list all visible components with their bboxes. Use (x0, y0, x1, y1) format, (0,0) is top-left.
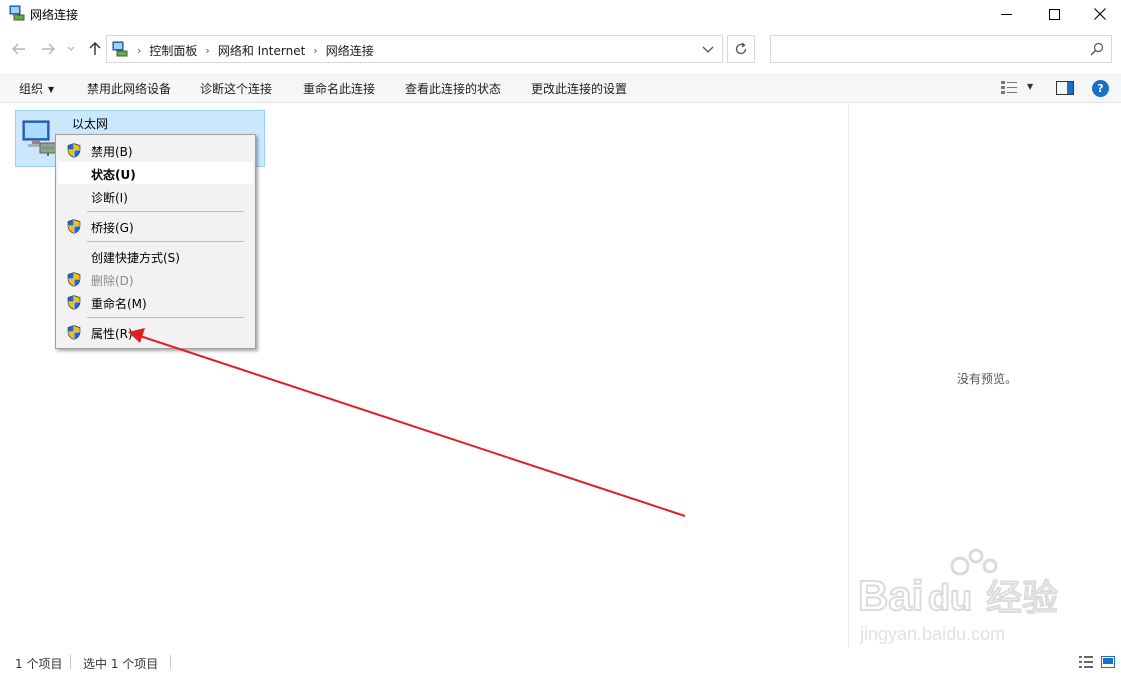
menu-item-rename[interactable]: 重命名(M) (58, 291, 253, 313)
menu-separator (87, 211, 244, 212)
menu-item-disable[interactable]: 禁用(B) (58, 139, 253, 161)
large-icons-view-icon[interactable] (1101, 656, 1115, 668)
uac-shield-icon (67, 143, 81, 158)
baidu-jingyan-watermark: Bai du 经验 jingyan.baidu.com (858, 548, 1059, 644)
menu-item-label: 状态(U) (91, 168, 136, 182)
menu-separator (87, 317, 244, 318)
menu-item-label: 桥接(G) (91, 221, 134, 235)
uac-shield-icon (67, 325, 81, 340)
menu-item-label: 禁用(B) (91, 145, 133, 159)
menu-item-label: 创建快捷方式(S) (91, 251, 180, 265)
up-button[interactable] (86, 40, 104, 58)
recent-locations-button[interactable] (65, 40, 77, 58)
organize-label: 组织 (19, 82, 44, 96)
disable-device-button[interactable]: 禁用此网络设备 (87, 80, 171, 97)
minimize-button[interactable] (983, 0, 1029, 28)
menu-item-delete: 删除(D) (58, 268, 253, 290)
help-icon[interactable]: ? (1092, 80, 1109, 97)
organize-menu-button[interactable]: 组织 ▼ (19, 80, 54, 97)
svg-text:jingyan.baidu.com: jingyan.baidu.com (859, 624, 1005, 644)
back-button[interactable] (10, 40, 28, 58)
close-button[interactable] (1077, 0, 1121, 28)
network-connections-icon (112, 41, 128, 57)
menu-item-status[interactable]: 状态(U) (58, 162, 253, 184)
context-menu: 禁用(B) 状态(U) 诊断(I) 桥接(G) 创建快捷方式(S) 删除(D) … (55, 134, 256, 349)
arrow-left-icon (12, 43, 25, 55)
change-view-icon[interactable] (1001, 81, 1017, 95)
refresh-icon (735, 42, 747, 55)
search-input[interactable] (770, 35, 1112, 63)
no-preview-text: 没有预览。 (957, 372, 1018, 386)
maximize-button[interactable] (1031, 0, 1077, 28)
forward-button[interactable] (39, 40, 57, 58)
arrow-right-icon (42, 43, 55, 55)
item-count: 1 个项目 (15, 657, 63, 671)
breadcrumb-network-connections[interactable]: 网络连接 (326, 42, 374, 59)
chevron-right-icon[interactable]: › (313, 44, 317, 57)
uac-shield-icon (67, 219, 81, 234)
rename-connection-button[interactable]: 重命名此连接 (303, 80, 375, 97)
window-title: 网络连接 (30, 8, 79, 22)
connection-name: 以太网 (72, 117, 109, 131)
address-history-chevron-icon[interactable] (701, 44, 715, 56)
menu-item-bridge[interactable]: 桥接(G) (58, 215, 253, 237)
svg-text:du: du (928, 577, 972, 618)
arrow-up-icon (89, 42, 101, 55)
menu-item-diagnose[interactable]: 诊断(I) (58, 185, 253, 207)
ethernet-adapter-icon (22, 120, 57, 156)
chevron-right-icon[interactable]: › (205, 44, 209, 57)
status-divider (170, 655, 171, 669)
maximize-icon (1048, 8, 1060, 20)
menu-item-label: 属性(R) (91, 327, 133, 341)
network-connections-icon (9, 5, 25, 21)
details-view-icon[interactable] (1079, 656, 1093, 668)
svg-text:Bai: Bai (858, 572, 923, 619)
menu-separator (87, 241, 244, 242)
status-bar: 1 个项目 选中 1 个项目 (0, 649, 1121, 673)
chevron-right-icon[interactable]: › (137, 44, 141, 57)
chevron-down-icon (67, 46, 75, 51)
breadcrumb: › 控制面板 › 网络和 Internet › 网络连接 (135, 42, 374, 59)
search-icon (1090, 42, 1104, 56)
menu-item-properties[interactable]: 属性(R) (58, 321, 253, 343)
menu-item-label: 删除(D) (91, 274, 134, 288)
menu-item-create-shortcut[interactable]: 创建快捷方式(S) (58, 245, 253, 267)
selected-count: 选中 1 个项目 (83, 657, 159, 671)
view-options-caret-icon[interactable]: ▼ (1027, 82, 1033, 91)
breadcrumb-network-internet[interactable]: 网络和 Internet (218, 42, 305, 59)
breadcrumb-control-panel[interactable]: 控制面板 (149, 42, 197, 59)
caret-down-icon: ▼ (48, 85, 55, 94)
view-status-button[interactable]: 查看此连接的状态 (405, 80, 501, 97)
change-settings-button[interactable]: 更改此连接的设置 (531, 80, 627, 97)
title-bar: 网络连接 (0, 0, 1121, 28)
address-bar[interactable]: › 控制面板 › 网络和 Internet › 网络连接 (106, 35, 723, 63)
preview-pane-icon[interactable] (1056, 81, 1074, 95)
menu-item-label: 重命名(M) (91, 297, 147, 311)
menu-item-label: 诊断(I) (91, 191, 128, 205)
uac-shield-icon (67, 295, 81, 310)
refresh-button[interactable] (727, 35, 755, 63)
close-icon (1094, 8, 1106, 20)
status-divider (70, 655, 71, 669)
uac-shield-icon (67, 272, 81, 287)
minimize-icon (1000, 13, 1012, 15)
svg-text:经验: 经验 (986, 578, 1058, 619)
command-bar: 组织 ▼ 禁用此网络设备 诊断这个连接 重命名此连接 查看此连接的状态 更改此连接… (0, 73, 1121, 103)
diagnose-connection-button[interactable]: 诊断这个连接 (200, 80, 272, 97)
